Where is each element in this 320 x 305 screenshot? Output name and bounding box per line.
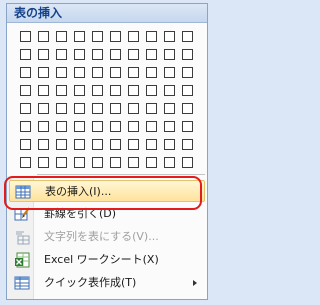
menu-item-label: Excel ワークシート(X) — [44, 253, 159, 266]
grid-cell[interactable] — [92, 67, 103, 78]
grid-cell[interactable] — [92, 121, 103, 132]
grid-cell[interactable] — [128, 121, 139, 132]
grid-cell[interactable] — [20, 31, 31, 42]
menu-item-label: 罫線を引く(D) — [44, 207, 117, 220]
grid-cell[interactable] — [164, 157, 175, 168]
grid-cell[interactable] — [92, 157, 103, 168]
grid-cell[interactable] — [20, 67, 31, 78]
grid-cell[interactable] — [92, 85, 103, 96]
grid-cell[interactable] — [38, 31, 49, 42]
grid-cell[interactable] — [164, 67, 175, 78]
grid-cell[interactable] — [146, 31, 157, 42]
menu-item-draw-table[interactable]: 罫線を引く(D) — [9, 203, 205, 225]
grid-cell[interactable] — [92, 31, 103, 42]
menu-title: 表の挿入 — [7, 4, 207, 23]
grid-cell[interactable] — [20, 157, 31, 168]
grid-cell[interactable] — [164, 49, 175, 60]
menu-item-label: 文字列を表にする(V)... — [44, 230, 159, 243]
grid-cell[interactable] — [56, 67, 67, 78]
draw-table-icon — [14, 206, 30, 222]
grid-cell[interactable] — [110, 139, 121, 150]
excel-worksheet-icon — [14, 252, 30, 268]
grid-cell[interactable] — [146, 139, 157, 150]
grid-cell[interactable] — [38, 121, 49, 132]
grid-cell[interactable] — [74, 49, 85, 60]
grid-cell[interactable] — [92, 103, 103, 114]
grid-cell[interactable] — [74, 157, 85, 168]
grid-cell[interactable] — [110, 157, 121, 168]
menu-item-label: クイック表作成(T) — [44, 276, 137, 289]
grid-cell[interactable] — [110, 49, 121, 60]
grid-cell[interactable] — [20, 103, 31, 114]
grid-cell[interactable] — [182, 157, 193, 168]
grid-cell[interactable] — [56, 103, 67, 114]
grid-cell[interactable] — [56, 139, 67, 150]
grid-cell[interactable] — [128, 49, 139, 60]
grid-cell[interactable] — [110, 85, 121, 96]
grid-cell[interactable] — [56, 31, 67, 42]
grid-cell[interactable] — [164, 85, 175, 96]
grid-cell[interactable] — [146, 103, 157, 114]
grid-cell[interactable] — [128, 67, 139, 78]
grid-cell[interactable] — [182, 139, 193, 150]
grid-cell[interactable] — [38, 103, 49, 114]
grid-cell[interactable] — [20, 139, 31, 150]
grid-cell[interactable] — [110, 31, 121, 42]
grid-cell[interactable] — [92, 139, 103, 150]
grid-cell[interactable] — [110, 103, 121, 114]
grid-cell[interactable] — [38, 139, 49, 150]
grid-cell[interactable] — [74, 139, 85, 150]
grid-cell[interactable] — [128, 85, 139, 96]
grid-cell[interactable] — [128, 139, 139, 150]
insert-table-menu: 表の挿入 表の挿入(I)... 罫線を引く(D) 文字列を表にする(V)... … — [6, 3, 208, 300]
grid-cell[interactable] — [38, 157, 49, 168]
grid-cell[interactable] — [128, 157, 139, 168]
grid-cell[interactable] — [74, 67, 85, 78]
grid-cell[interactable] — [110, 121, 121, 132]
menu-item-excel-worksheet[interactable]: Excel ワークシート(X) — [9, 249, 205, 271]
grid-cell[interactable] — [182, 67, 193, 78]
grid-cell[interactable] — [20, 121, 31, 132]
grid-cell[interactable] — [56, 121, 67, 132]
grid-cell[interactable] — [74, 121, 85, 132]
grid-cell[interactable] — [164, 31, 175, 42]
grid-cell[interactable] — [74, 31, 85, 42]
grid-cell[interactable] — [128, 31, 139, 42]
grid-cell[interactable] — [38, 49, 49, 60]
grid-cell[interactable] — [182, 85, 193, 96]
convert-text-to-table-icon — [14, 229, 30, 245]
grid-cell[interactable] — [146, 85, 157, 96]
grid-cell[interactable] — [146, 49, 157, 60]
grid-cell[interactable] — [38, 67, 49, 78]
grid-cell[interactable] — [164, 139, 175, 150]
quick-tables-icon — [14, 275, 30, 291]
grid-cell[interactable] — [182, 103, 193, 114]
menu-item-label: 表の挿入(I)... — [45, 185, 112, 198]
grid-cell[interactable] — [92, 49, 103, 60]
grid-cell[interactable] — [182, 31, 193, 42]
grid-cell[interactable] — [56, 85, 67, 96]
grid-cell[interactable] — [74, 103, 85, 114]
grid-cell[interactable] — [146, 157, 157, 168]
submenu-arrow-icon — [193, 280, 197, 286]
grid-cell[interactable] — [56, 157, 67, 168]
grid-cell[interactable] — [38, 85, 49, 96]
grid-cell[interactable] — [74, 85, 85, 96]
grid-cell[interactable] — [182, 49, 193, 60]
grid-cell[interactable] — [146, 121, 157, 132]
grid-cell[interactable] — [146, 67, 157, 78]
grid-cell[interactable] — [182, 121, 193, 132]
grid-cell[interactable] — [56, 49, 67, 60]
insert-table-icon — [15, 184, 31, 200]
grid-cell[interactable] — [164, 103, 175, 114]
grid-cell[interactable] — [164, 121, 175, 132]
grid-cell[interactable] — [110, 67, 121, 78]
menu-item-insert-table[interactable]: 表の挿入(I)... — [9, 180, 205, 202]
menu-separator — [37, 174, 205, 175]
grid-cell[interactable] — [20, 85, 31, 96]
grid-cell[interactable] — [20, 49, 31, 60]
menu-item-quick-tables[interactable]: クイック表作成(T) — [9, 272, 205, 294]
grid-cell[interactable] — [128, 103, 139, 114]
menu-item-convert-text-to-table: 文字列を表にする(V)... — [9, 226, 205, 248]
